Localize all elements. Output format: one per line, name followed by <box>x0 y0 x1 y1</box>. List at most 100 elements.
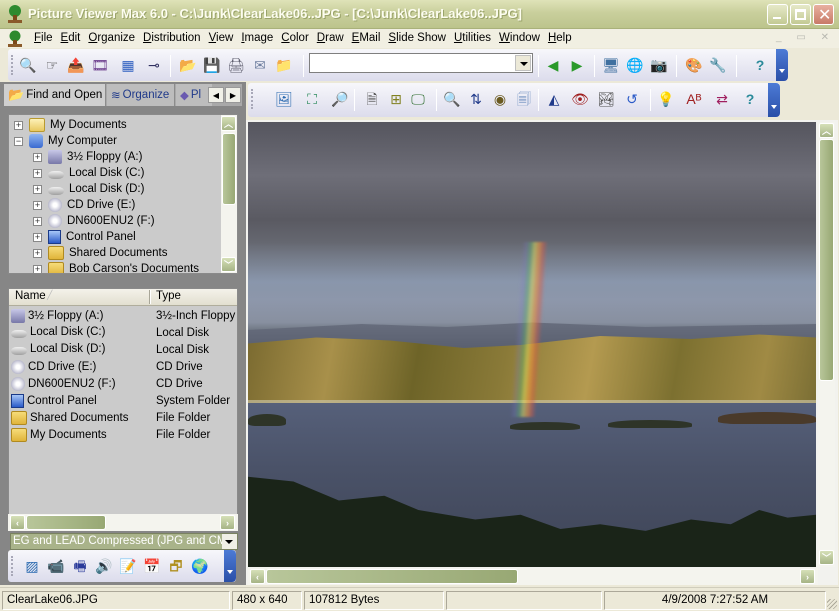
open-folder-icon[interactable]: 📂 <box>178 55 198 75</box>
tree-item[interactable]: + CD Drive (E:) <box>33 197 135 213</box>
print-icon[interactable]: 🖨 <box>226 55 246 75</box>
list-item[interactable]: Shared Documents File Folder <box>9 410 237 427</box>
scroll-left-button[interactable]: ‹ <box>10 515 25 530</box>
palette-icon[interactable]: 🎨 <box>684 55 704 75</box>
document-tree-icon[interactable] <box>6 30 24 47</box>
tree-item[interactable]: + Shared Documents <box>33 245 167 261</box>
filmstrip-icon[interactable]: 🎞 <box>90 55 110 75</box>
toolbar-grip[interactable] <box>11 55 13 75</box>
convert-icon[interactable]: ⇄ <box>712 89 732 109</box>
chevron-down-icon[interactable] <box>222 534 237 549</box>
file-type-filter[interactable]: EG and LEAD Compressed (JPG and CMP) <box>10 533 238 550</box>
undo-icon[interactable]: ↺ <box>622 89 642 109</box>
expand-icon[interactable]: + <box>33 216 42 226</box>
tab-scroll-left-button[interactable]: ◀ <box>208 87 224 103</box>
color-balance-icon[interactable]: ◉ <box>490 89 510 109</box>
menu-view[interactable]: View <box>205 31 238 46</box>
help-icon[interactable]: ? <box>750 55 770 75</box>
menu-organize[interactable]: Organize <box>84 31 139 46</box>
tab-scroll-right-button[interactable]: ▶ <box>225 87 241 103</box>
landscape-icon[interactable]: 🏞 <box>596 89 616 109</box>
save-icon[interactable]: 💾 <box>202 55 222 75</box>
expand-icon[interactable]: + <box>33 168 42 178</box>
tree-item[interactable]: + DN600ENU2 (F:) <box>33 213 155 229</box>
scroll-right-button[interactable]: › <box>800 569 815 584</box>
scroll-down-button[interactable]: ﹀ <box>819 550 834 565</box>
folder-icon[interactable]: 📁 <box>274 55 294 75</box>
tree-icon[interactable]: ⊸ <box>144 55 164 75</box>
menu-distribution[interactable]: Distribution <box>139 31 205 46</box>
menu-file[interactable]: File <box>30 31 57 46</box>
scroll-up-button[interactable]: ︿ <box>221 116 236 131</box>
find-icon[interactable]: 🔎 <box>330 89 350 109</box>
expand-icon[interactable]: + <box>14 120 23 130</box>
menu-image[interactable]: Image <box>237 31 277 46</box>
viewer-horizontal-scrollbar[interactable]: ‹ › <box>248 568 818 585</box>
menu-draw[interactable]: Draw <box>313 31 348 46</box>
tab-find-and-open[interactable]: 📂 Find and Open <box>4 84 106 106</box>
scroll-down-button[interactable]: ﹀ <box>221 257 236 272</box>
globe-icon[interactable]: 🌐 <box>625 55 645 75</box>
menu-utilities[interactable]: Utilities <box>450 31 495 46</box>
scroll-thumb[interactable] <box>222 133 236 205</box>
expand-icon[interactable]: + <box>33 200 42 210</box>
tools-icon[interactable]: 🔧 <box>708 55 728 75</box>
menu-window[interactable]: Window <box>495 31 544 46</box>
edit-list-icon[interactable]: 📝 <box>118 556 138 576</box>
search-icon[interactable]: 🔍 <box>18 55 38 75</box>
expand-icon[interactable]: + <box>33 184 42 194</box>
toolbar-grip[interactable] <box>251 89 253 109</box>
toolbar-grip[interactable] <box>11 556 13 576</box>
tab-play[interactable]: ◆ Pl <box>176 84 212 106</box>
menu-edit[interactable]: Edit <box>57 31 85 46</box>
video-camera-icon[interactable]: 📹 <box>46 556 66 576</box>
column-header-type[interactable]: Type <box>156 290 181 302</box>
menu-help[interactable]: Help <box>544 31 576 46</box>
preview-icon[interactable]: 🗐 <box>514 89 534 109</box>
tree-item[interactable]: + Control Panel <box>33 229 136 245</box>
tab-organize[interactable]: ≋ Organize <box>107 84 175 106</box>
fit-image-icon[interactable]: ⛶ <box>302 89 322 109</box>
toolbar-options-button[interactable] <box>768 83 780 117</box>
back-icon[interactable]: ◀ <box>543 55 563 75</box>
scroll-right-button[interactable]: › <box>220 515 235 530</box>
photo-clear-lake[interactable] <box>248 122 816 567</box>
thumbnails-icon[interactable]: ▦ <box>118 55 138 75</box>
expand-icon[interactable]: + <box>33 232 42 242</box>
close-button[interactable]: ✕ <box>813 4 834 25</box>
list-item[interactable]: 3½ Floppy (A:) 3½-Inch Floppy D <box>9 308 237 325</box>
zoom-in-icon[interactable]: 🔍 <box>442 89 462 109</box>
windows-icon[interactable]: 🗗 <box>166 556 186 576</box>
mdi-controls[interactable]: _ ▭ ✕ <box>776 32 835 43</box>
maximize-button[interactable] <box>790 4 811 25</box>
tree-item[interactable]: − My Computer <box>14 133 117 149</box>
column-header-name[interactable]: Name <box>15 290 46 302</box>
list-item[interactable]: Local Disk (C:) Local Disk <box>9 325 237 342</box>
tree-item[interactable]: + Local Disk (C:) <box>33 165 144 181</box>
speaker-icon[interactable]: 🔊 <box>94 556 114 576</box>
help-icon[interactable]: ? <box>740 89 760 109</box>
scanner-icon[interactable]: 🖷 <box>70 556 90 576</box>
list-item[interactable]: My Documents File Folder <box>9 427 237 444</box>
tree-item[interactable]: + My Documents <box>14 117 127 133</box>
scroll-thumb[interactable] <box>266 569 518 584</box>
tree-item[interactable]: +3½ Floppy (A:) <box>33 149 142 165</box>
tree-item[interactable]: + Local Disk (D:) <box>33 181 144 197</box>
bulb-icon[interactable]: 💡 <box>656 89 676 109</box>
forward-icon[interactable]: ▶ <box>567 55 587 75</box>
list-horizontal-scrollbar[interactable]: ‹ › <box>8 514 238 531</box>
scroll-up-button[interactable]: ︿ <box>819 123 834 138</box>
tree-item[interactable]: + Bob Carson's Documents <box>33 261 199 273</box>
menu-color[interactable]: Color <box>277 31 313 46</box>
camera-icon[interactable]: 📷 <box>649 55 669 75</box>
calendar-icon[interactable]: 📅 <box>142 556 162 576</box>
red-eye-icon[interactable]: 👁 <box>570 89 590 109</box>
tree-vertical-scrollbar[interactable]: ︿ ﹀ <box>221 115 237 273</box>
scroll-thumb[interactable] <box>26 515 106 530</box>
column-divider[interactable] <box>149 290 151 304</box>
email-icon[interactable]: ✉ <box>250 55 270 75</box>
monitor-icon[interactable]: 🖥 <box>601 55 621 75</box>
gradient-icon[interactable]: ▨ <box>22 556 42 576</box>
toolbar-options-button[interactable] <box>224 550 236 582</box>
menu-email[interactable]: EMail <box>348 31 385 46</box>
